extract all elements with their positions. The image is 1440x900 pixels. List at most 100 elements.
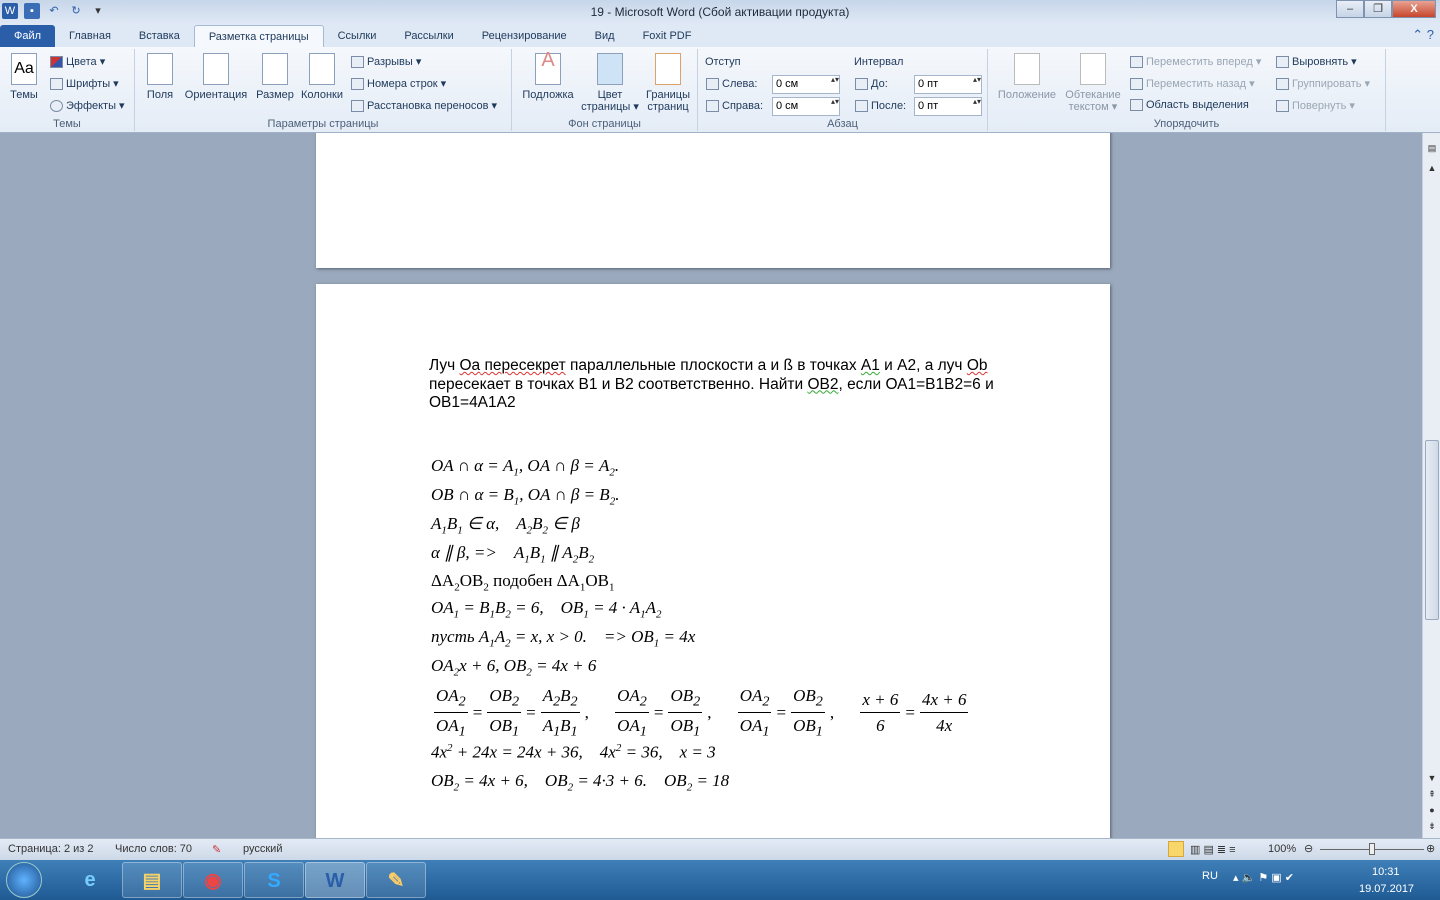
previous-page-icon[interactable]: ⇞ [1423, 789, 1440, 800]
scroll-down-arrow[interactable]: ▼ [1423, 773, 1440, 783]
tray-icons[interactable]: ▴ 🔈 ⚑ ▣ ✔ [1233, 871, 1294, 884]
view-buttons-icon[interactable]: ▥ ▤ ≣ ≡ [1190, 843, 1236, 856]
denominator: A1B1 [542, 716, 578, 740]
group-page-setup: Поля Ориентация Размер Колонки Разрывы ▾… [135, 49, 512, 131]
columns-button[interactable]: Колонки [297, 53, 347, 101]
word-count[interactable]: Число слов: 70 [115, 843, 192, 855]
zoom-in-icon[interactable]: ⊕ [1426, 842, 1435, 855]
breaks-button[interactable]: Разрывы ▾ [351, 55, 421, 69]
misspelled-word[interactable]: Ob [967, 357, 988, 374]
text: и А2, а луч [879, 357, 967, 374]
vertical-scrollbar[interactable]: ▤ ▲ ▼ ⇞ ● ⇟ [1422, 133, 1440, 838]
tab-view[interactable]: Вид [581, 25, 629, 47]
indent-label: Отступ [705, 56, 741, 68]
ruler-toggle-icon[interactable]: ▤ [1423, 143, 1440, 154]
tab-page-layout[interactable]: Разметка страницы [193, 25, 324, 47]
fonts-icon [50, 78, 63, 91]
tab-file[interactable]: Файл [0, 25, 56, 47]
grammar-flag[interactable]: А1 [861, 357, 880, 374]
minimize-button[interactable]: – [1336, 0, 1364, 18]
line-numbers-button[interactable]: Номера строк ▾ [351, 77, 446, 91]
math-fraction: A2B2 A1B1 [540, 686, 580, 741]
start-button[interactable] [6, 862, 42, 898]
orientation-label: Ориентация [184, 89, 248, 101]
zoom-slider[interactable] [1320, 843, 1424, 855]
align-button[interactable]: Выровнять ▾ [1276, 55, 1357, 69]
bring-forward-button[interactable]: Переместить вперед ▾ [1130, 55, 1261, 69]
misspelled-word[interactable]: Оа [459, 357, 480, 374]
paint-icon[interactable]: ✎ [366, 862, 426, 898]
word-taskbar-icon[interactable]: W [305, 862, 365, 898]
page-color-button[interactable]: Цвет страницы ▾ [578, 53, 642, 113]
subscript: 1 [640, 608, 646, 621]
columns-label: Колонки [301, 89, 343, 101]
watermark-button[interactable]: A Подложка [516, 50, 580, 101]
chrome-icon[interactable]: ◉ [183, 862, 243, 898]
position-button[interactable]: Положение [994, 53, 1060, 101]
explorer-icon[interactable]: ▤ [122, 862, 182, 898]
group-icon [1276, 78, 1289, 91]
margins-button[interactable]: Поля [143, 53, 177, 101]
subscript: 1 [579, 581, 586, 594]
subscript: 1 [512, 723, 520, 740]
numerator: OA2 [434, 686, 468, 714]
zoom-out-icon[interactable]: ⊖ [1304, 842, 1313, 855]
numerator: OB2 [668, 686, 703, 714]
effects-button[interactable]: Эффекты ▾ [50, 99, 125, 113]
internet-explorer-icon[interactable]: e [60, 862, 120, 898]
browse-object-icon[interactable]: ● [1423, 805, 1440, 815]
indent-left-input[interactable]: 0 см [772, 75, 840, 94]
fonts-button[interactable]: Шрифты ▾ [50, 77, 119, 91]
tab-foxit-pdf[interactable]: Foxit PDF [629, 25, 706, 47]
themes-button[interactable]: Aa Темы [6, 53, 42, 101]
subscript: 1 [693, 723, 701, 740]
help-icon[interactable]: ⌃ ? [1406, 27, 1440, 47]
print-layout-view-icon[interactable] [1168, 841, 1184, 857]
scroll-thumb[interactable] [1425, 440, 1439, 620]
tab-home[interactable]: Главная [55, 25, 125, 47]
indent-left-icon [706, 78, 719, 91]
hyphenation-button[interactable]: Расстановка переносов ▾ [351, 99, 497, 113]
proofing-icon[interactable]: ✎ [212, 843, 221, 856]
orientation-button[interactable]: Ориентация [183, 53, 249, 101]
zoom-slider-thumb[interactable] [1369, 843, 1375, 855]
wrap-text-button[interactable]: Обтекание текстом ▾ [1062, 53, 1124, 113]
next-page-icon[interactable]: ⇟ [1423, 821, 1440, 832]
spacing-before-input[interactable]: 0 пт [914, 75, 982, 94]
clock-time[interactable]: 10:31 [1372, 866, 1400, 878]
page-2[interactable]: Луч Оа пересекрет параллельные плоскости… [316, 284, 1110, 838]
taskbar: e ▤ ◉ S W ✎ RU ▴ 🔈 ⚑ ▣ ✔ 10:31 19.07.201… [0, 860, 1440, 900]
tab-mailings[interactable]: Рассылки [390, 25, 467, 47]
group-label: Фон страницы [568, 118, 641, 130]
tab-references[interactable]: Ссылки [324, 25, 391, 47]
spacing-before-icon [855, 78, 868, 91]
zoom-level[interactable]: 100% [1268, 843, 1296, 855]
selection-pane-button[interactable]: Область выделения [1130, 99, 1249, 112]
group-button[interactable]: Группировать ▾ [1276, 77, 1370, 91]
colors-button[interactable]: Цвета ▾ [50, 55, 105, 69]
spacing-after-input[interactable]: 0 пт [914, 97, 982, 116]
math-fraction: OB2 OB1 [791, 686, 825, 741]
skype-icon[interactable]: S [244, 862, 304, 898]
rotate-button[interactable]: Повернуть ▾ [1276, 99, 1355, 113]
send-backward-button[interactable]: Переместить назад ▾ [1130, 77, 1255, 91]
clock-date[interactable]: 19.07.2017 [1359, 883, 1414, 895]
tab-review[interactable]: Рецензирование [468, 25, 581, 47]
tab-insert[interactable]: Вставка [125, 25, 194, 47]
label: После: [871, 100, 907, 112]
window-title: 19 - Microsoft Word (Сбой активации прод… [590, 5, 850, 19]
restore-button[interactable]: ❐ [1364, 0, 1392, 18]
subscript: 2 [453, 781, 460, 794]
size-button[interactable]: Размер [253, 53, 297, 101]
language[interactable]: русский [243, 843, 282, 855]
page-borders-button[interactable]: Границы страниц [640, 53, 696, 113]
orientation-icon [203, 53, 229, 85]
scroll-up-arrow[interactable]: ▲ [1423, 163, 1440, 173]
misspelled-word[interactable]: пересекрет [480, 357, 565, 374]
indent-right-input[interactable]: 0 см [772, 97, 840, 116]
grammar-flag[interactable]: ОВ2 [807, 376, 838, 393]
page-count[interactable]: Страница: 2 из 2 [8, 843, 94, 855]
math-fraction-line: OA2 OA1 = OB2 OB1 = A2B2 A1B1, OA2 OA1 = OB2 OB1, O… [431, 686, 971, 741]
close-button[interactable]: X [1392, 0, 1436, 18]
language-indicator[interactable]: RU [1202, 870, 1218, 882]
